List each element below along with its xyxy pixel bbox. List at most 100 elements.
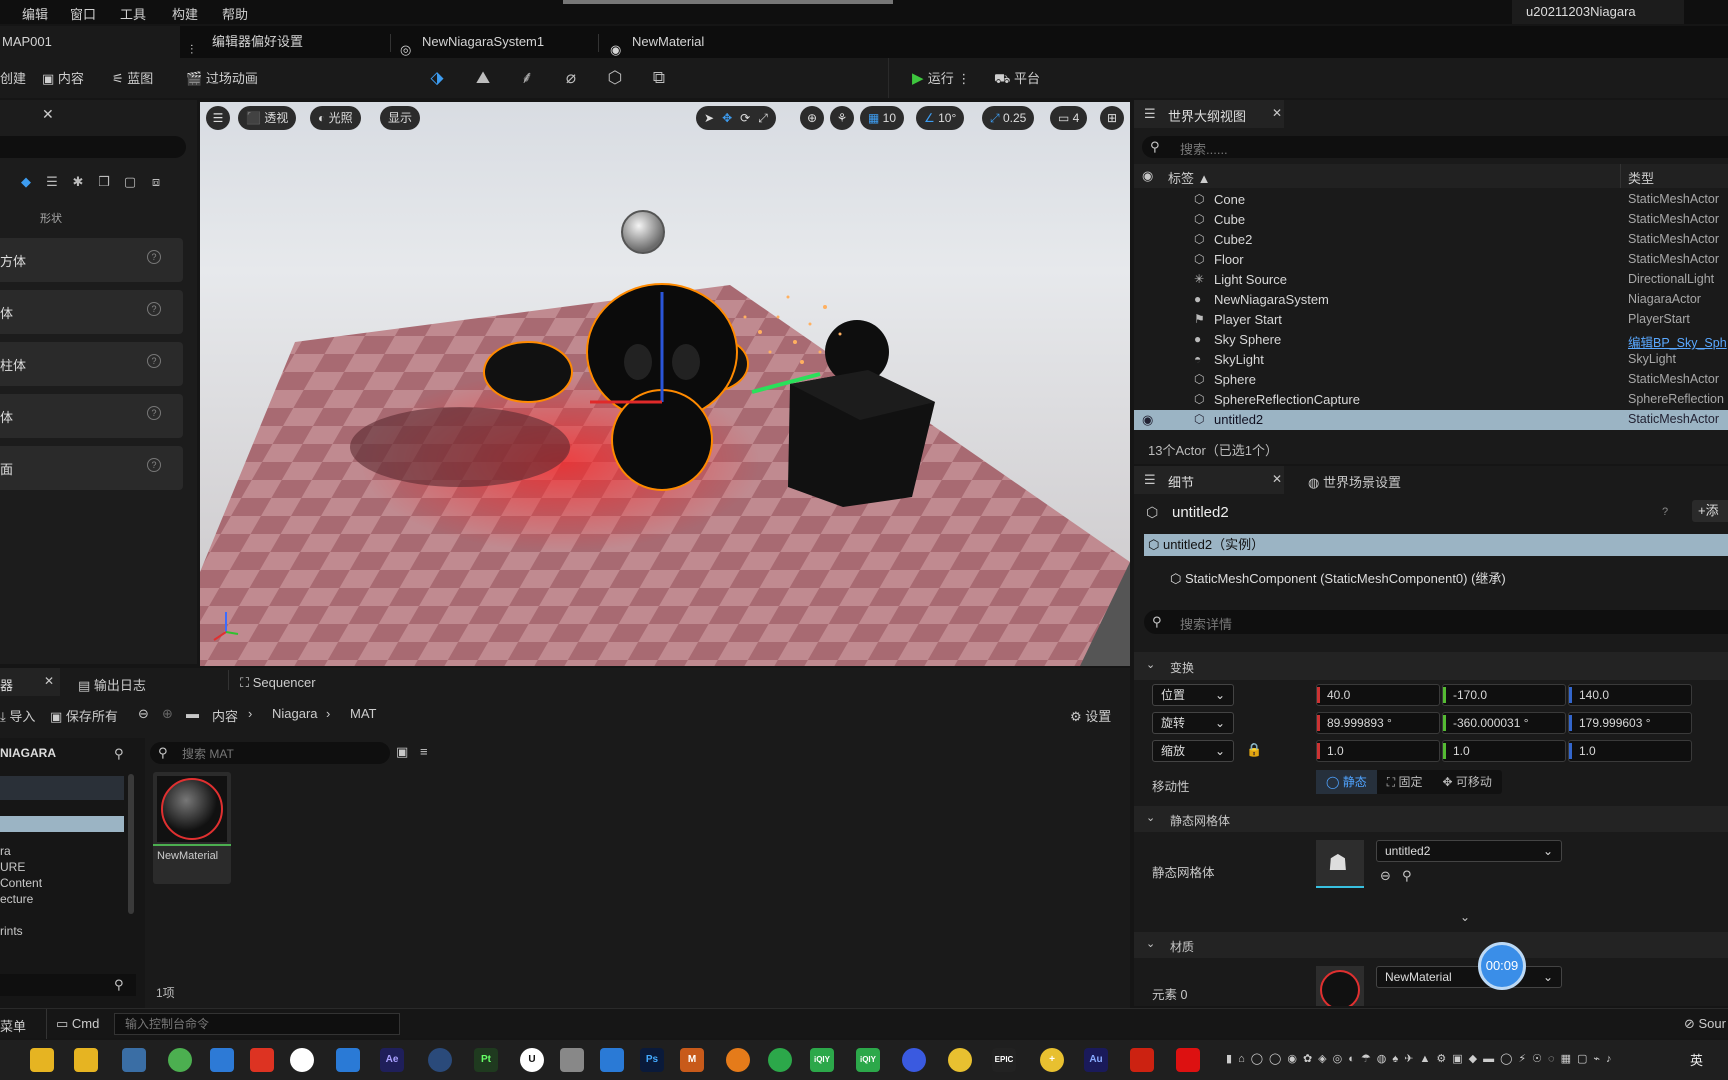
forward-arrow-icon[interactable]: ⊕ [162, 706, 173, 722]
painter-icon[interactable]: Pt [474, 1048, 498, 1072]
tray-icon[interactable]: ▮ [1226, 1052, 1232, 1065]
instance-row[interactable]: ⬡ untitled2（实例） [1144, 534, 1728, 556]
eye-icon[interactable]: ◉ [1142, 168, 1153, 184]
platform-button[interactable]: ⛟ 平台 [994, 68, 1040, 89]
asset-search-input[interactable]: ⚲ 搜索 MAT [150, 742, 390, 764]
tab-map[interactable]: MAP001 [0, 26, 180, 58]
perspective-button[interactable]: ⬛ 透视 [238, 106, 297, 130]
breadcrumb-content[interactable]: 内容 [212, 706, 238, 725]
mobility-stationary-button[interactable]: ⛶ 固定 [1377, 770, 1433, 794]
help-icon[interactable]: ? [147, 354, 161, 368]
blender-icon[interactable] [726, 1048, 750, 1072]
create-button[interactable]: 创建 [0, 68, 26, 87]
volumes-icon[interactable]: ❒ [96, 174, 112, 190]
unreal-engine-icon[interactable]: U [520, 1048, 544, 1072]
app-icon[interactable] [600, 1048, 624, 1072]
outliner-row[interactable]: ⬡ Cone StaticMeshActor [1134, 190, 1728, 210]
location-y-field[interactable]: -170.0 [1442, 684, 1566, 706]
column-type-header[interactable]: 类型 [1628, 168, 1654, 187]
tab-world-outliner[interactable]: ☰ 世界大纲视图 ✕ [1134, 100, 1284, 128]
app-icon[interactable]: + [1040, 1048, 1064, 1072]
shape-item-cylinder[interactable]: 柱体? [0, 342, 183, 386]
outliner-row[interactable]: ● Sky Sphere 编辑BP_Sky_Sph [1134, 330, 1728, 350]
folder-row[interactable] [0, 776, 124, 800]
tab-editor-prefs[interactable]: ⫶ 编辑器偏好设置 [184, 26, 384, 58]
help-icon[interactable]: ? [147, 302, 161, 316]
play-button[interactable]: ▶ 运行 ⋮ [912, 68, 970, 87]
tab-sequencer[interactable]: ⛶ Sequencer [240, 675, 316, 691]
folder-item[interactable]: Content [0, 876, 42, 890]
tiles-icon[interactable] [210, 1048, 234, 1072]
source-control-button[interactable]: ⊘ Sour [1684, 1016, 1726, 1032]
mobility-movable-button[interactable]: ✥ 可移动 [1433, 770, 1502, 794]
static-mesh-dropdown[interactable]: untitled2 ⌄ [1376, 840, 1562, 862]
tray-icon[interactable]: ☂ [1361, 1052, 1371, 1065]
shape-item-cube[interactable]: 方体? [0, 238, 183, 282]
material-thumbnail[interactable] [1316, 966, 1364, 1006]
location-z-field[interactable]: 140.0 [1568, 684, 1692, 706]
after-effects-icon[interactable]: Ae [380, 1048, 404, 1072]
visual-effects-icon[interactable]: ✱ [70, 174, 86, 190]
app-icon[interactable] [948, 1048, 972, 1072]
show-button[interactable]: 显示 [380, 106, 421, 130]
outliner-row[interactable]: ⬡ Sphere StaticMeshActor [1134, 370, 1728, 390]
content-button[interactable]: ▣ 内容 [42, 68, 84, 87]
outliner-row[interactable]: ● NewNiagaraSystem NiagaraActor [1134, 290, 1728, 310]
rotation-snap-button[interactable]: ∠ 10° [916, 106, 965, 130]
material-dropdown[interactable]: NewMaterial ⌄ [1376, 966, 1562, 988]
tab-output-log[interactable]: ▤ 输出日志 [78, 675, 146, 694]
component-row[interactable]: ⬡ StaticMeshComponent (StaticMeshCompone… [1170, 568, 1506, 587]
details-search-input[interactable]: ⚲ 搜索详情 [1144, 610, 1728, 634]
basic-icon[interactable]: ◆ [18, 174, 34, 190]
cinema4d-icon[interactable] [428, 1048, 452, 1072]
outliner-row-type[interactable]: 编辑BP_Sky_Sph [1628, 332, 1727, 351]
audition-icon[interactable]: Au [1084, 1048, 1108, 1072]
location-x-field[interactable]: 40.0 [1316, 684, 1440, 706]
vscode-icon[interactable] [336, 1048, 360, 1072]
folder-item[interactable]: rints [0, 924, 23, 938]
tray-icon[interactable]: ◯ [1251, 1052, 1263, 1065]
tray-icon[interactable]: ▣ [1452, 1052, 1462, 1065]
tray-icon[interactable]: ◯ [1269, 1052, 1281, 1065]
outliner-row[interactable]: ⬡ Floor StaticMeshActor [1134, 250, 1728, 270]
add-component-button[interactable]: +添 [1692, 500, 1728, 522]
viewport-menu-button[interactable]: ☰ [206, 106, 230, 130]
outliner-search-input[interactable]: ⚲ 搜索...... [1142, 136, 1728, 158]
close-icon[interactable]: ✕ [42, 106, 54, 123]
tray-icon[interactable]: ◯ [1500, 1052, 1512, 1065]
mobility-static-button[interactable]: ◯ 静态 [1316, 770, 1377, 794]
tray-icon[interactable]: ◎ [1333, 1052, 1343, 1065]
asset-tile-newmaterial[interactable]: NewMaterial [153, 772, 231, 884]
browse-icon[interactable]: ⚲ [1402, 868, 1412, 884]
location-dropdown[interactable]: 位置 ⌄ [1152, 684, 1234, 706]
scale-y-field[interactable]: 1.0 [1442, 740, 1566, 762]
browser-icon[interactable] [168, 1048, 192, 1072]
folder-item[interactable]: URE [0, 860, 25, 874]
outliner-row[interactable]: ⬡ SphereReflectionCapture SphereReflection [1134, 390, 1728, 410]
close-icon[interactable]: ✕ [1272, 106, 1282, 120]
rotation-dropdown[interactable]: 旋转 ⌄ [1152, 712, 1234, 734]
static-mesh-section-header[interactable]: ⌄ 静态网格体 [1134, 806, 1728, 832]
chevron-down-icon[interactable]: ⌄ [1460, 910, 1470, 924]
lighting-button[interactable]: ◐ 光照 [310, 106, 361, 130]
outliner-row[interactable]: ⬡ Cube StaticMeshActor [1134, 210, 1728, 230]
tray-icon[interactable]: ♪ [1606, 1053, 1612, 1065]
filter-icon[interactable]: ≡ [420, 744, 428, 759]
tab-material[interactable]: ◉ NewMaterial [604, 26, 764, 58]
rotate-icon[interactable]: ⟳ [740, 106, 750, 130]
blueprint-button[interactable]: ⚟ 蓝图 [112, 68, 153, 87]
tray-icon[interactable]: ▢ [1577, 1052, 1587, 1065]
recording-timer[interactable]: 00:09 [1478, 942, 1526, 990]
select-mode-icon[interactable]: ⬗ [426, 67, 448, 89]
surface-snap-icon[interactable]: ⚘ [830, 106, 854, 130]
cinematic-icon[interactable]: ▢ [122, 174, 138, 190]
iqiyi-icon[interactable]: iQIY [810, 1048, 834, 1072]
move-icon[interactable]: ✥ [722, 106, 732, 130]
landscape-mode-icon[interactable]: ⛰ [472, 67, 494, 89]
tray-icon[interactable]: ◐ [1348, 1053, 1355, 1065]
content-drawer-button[interactable]: 菜单 [0, 1016, 26, 1035]
help-icon[interactable]: ? [147, 458, 161, 472]
select-icon[interactable]: ➤ [704, 106, 714, 130]
app-icon[interactable] [902, 1048, 926, 1072]
breadcrumb-mat[interactable]: MAT [350, 706, 376, 721]
